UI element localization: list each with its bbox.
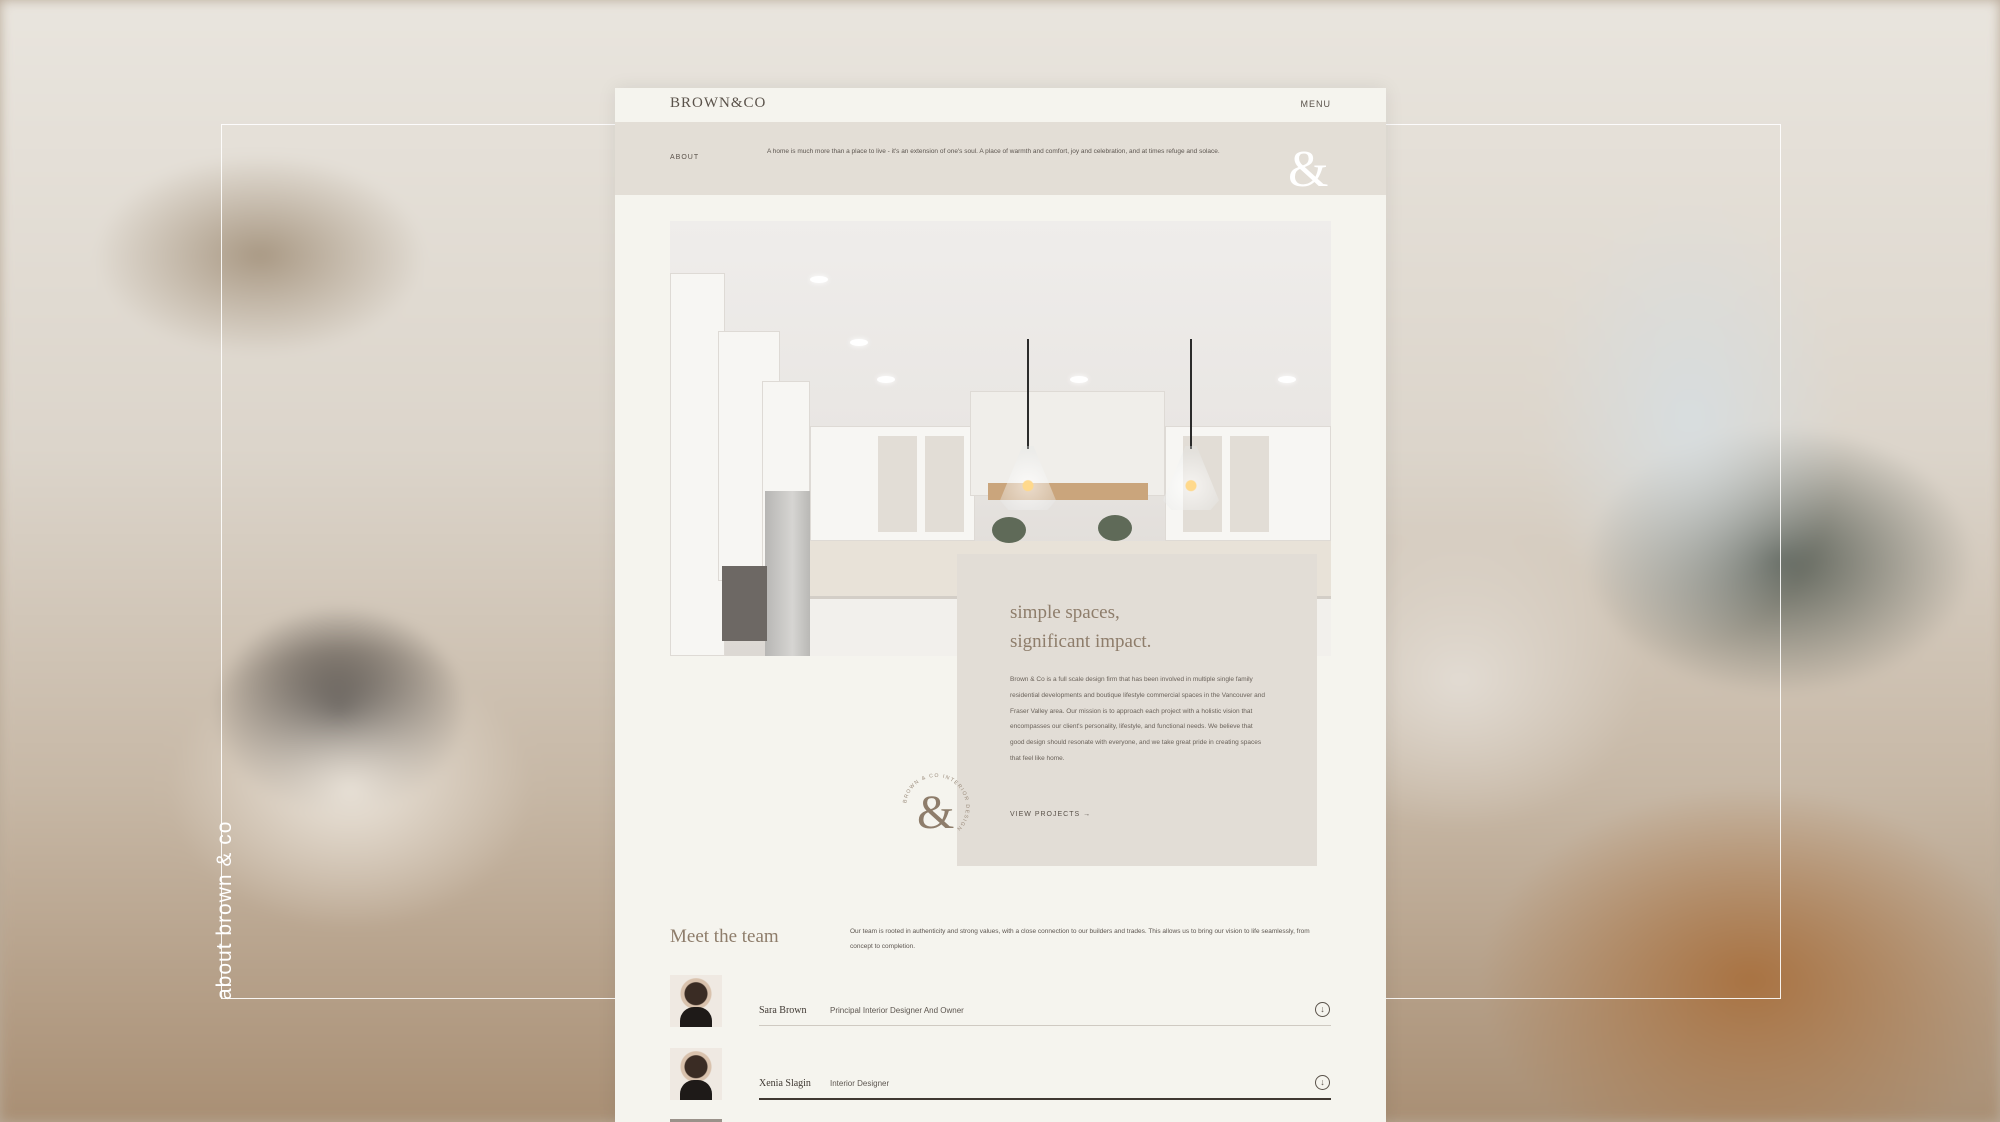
row-divider (759, 1025, 1331, 1026)
side-label: about brown & co (213, 820, 236, 1000)
intro-body: Brown & Co is a full scale design firm t… (1010, 676, 1265, 762)
team-intro-text: Our team is rooted in authenticity and s… (850, 928, 1310, 950)
avatar (670, 975, 722, 1027)
site-header: BROWN&CO MENU (615, 88, 1386, 122)
brand-logo[interactable]: BROWN&CO (670, 95, 766, 112)
about-band: ABOUT A home is much more than a place t… (615, 122, 1386, 198)
intro-heading: simple spaces, significant impact. (1010, 598, 1270, 656)
member-name: Sara Brown (759, 1005, 807, 1016)
badge-ampersand: & (917, 786, 954, 839)
member-name: Xenia Slagin (759, 1078, 811, 1089)
member-role: Principal Interior Designer And Owner (830, 1006, 964, 1015)
avatar (670, 1048, 722, 1100)
about-text: A home is much more than a place to live… (767, 148, 1220, 155)
about-label: ABOUT (670, 154, 700, 161)
website-mockup: BROWN&CO MENU ABOUT A home is much more … (615, 88, 1386, 1122)
brand-badge: BROWN & CO INTERIOR DESIGN & (902, 773, 968, 839)
ampersand-decoration: & (1288, 141, 1329, 198)
intro-heading-line-2: significant impact. (1010, 631, 1152, 652)
brand-logo-subline (725, 113, 727, 117)
row-divider (759, 1098, 1331, 1100)
view-projects-link[interactable]: VIEW PROJECTS → (1010, 811, 1091, 818)
menu-button[interactable]: MENU (1301, 99, 1332, 109)
expand-arrow-icon[interactable]: ↓ (1315, 1075, 1330, 1090)
team-heading: Meet the team (670, 926, 779, 947)
expand-arrow-icon[interactable]: ↓ (1315, 1002, 1330, 1017)
member-role: Interior Designer (830, 1079, 890, 1088)
intro-card: simple spaces, significant impact. Brown… (957, 554, 1317, 866)
intro-heading-line-1: simple spaces, (1010, 602, 1120, 623)
team-member-row[interactable]: Xenia Slagin Interior Designer ↓ (670, 1048, 1331, 1100)
team-member-row[interactable]: Sara Brown Principal Interior Designer A… (670, 975, 1331, 1027)
